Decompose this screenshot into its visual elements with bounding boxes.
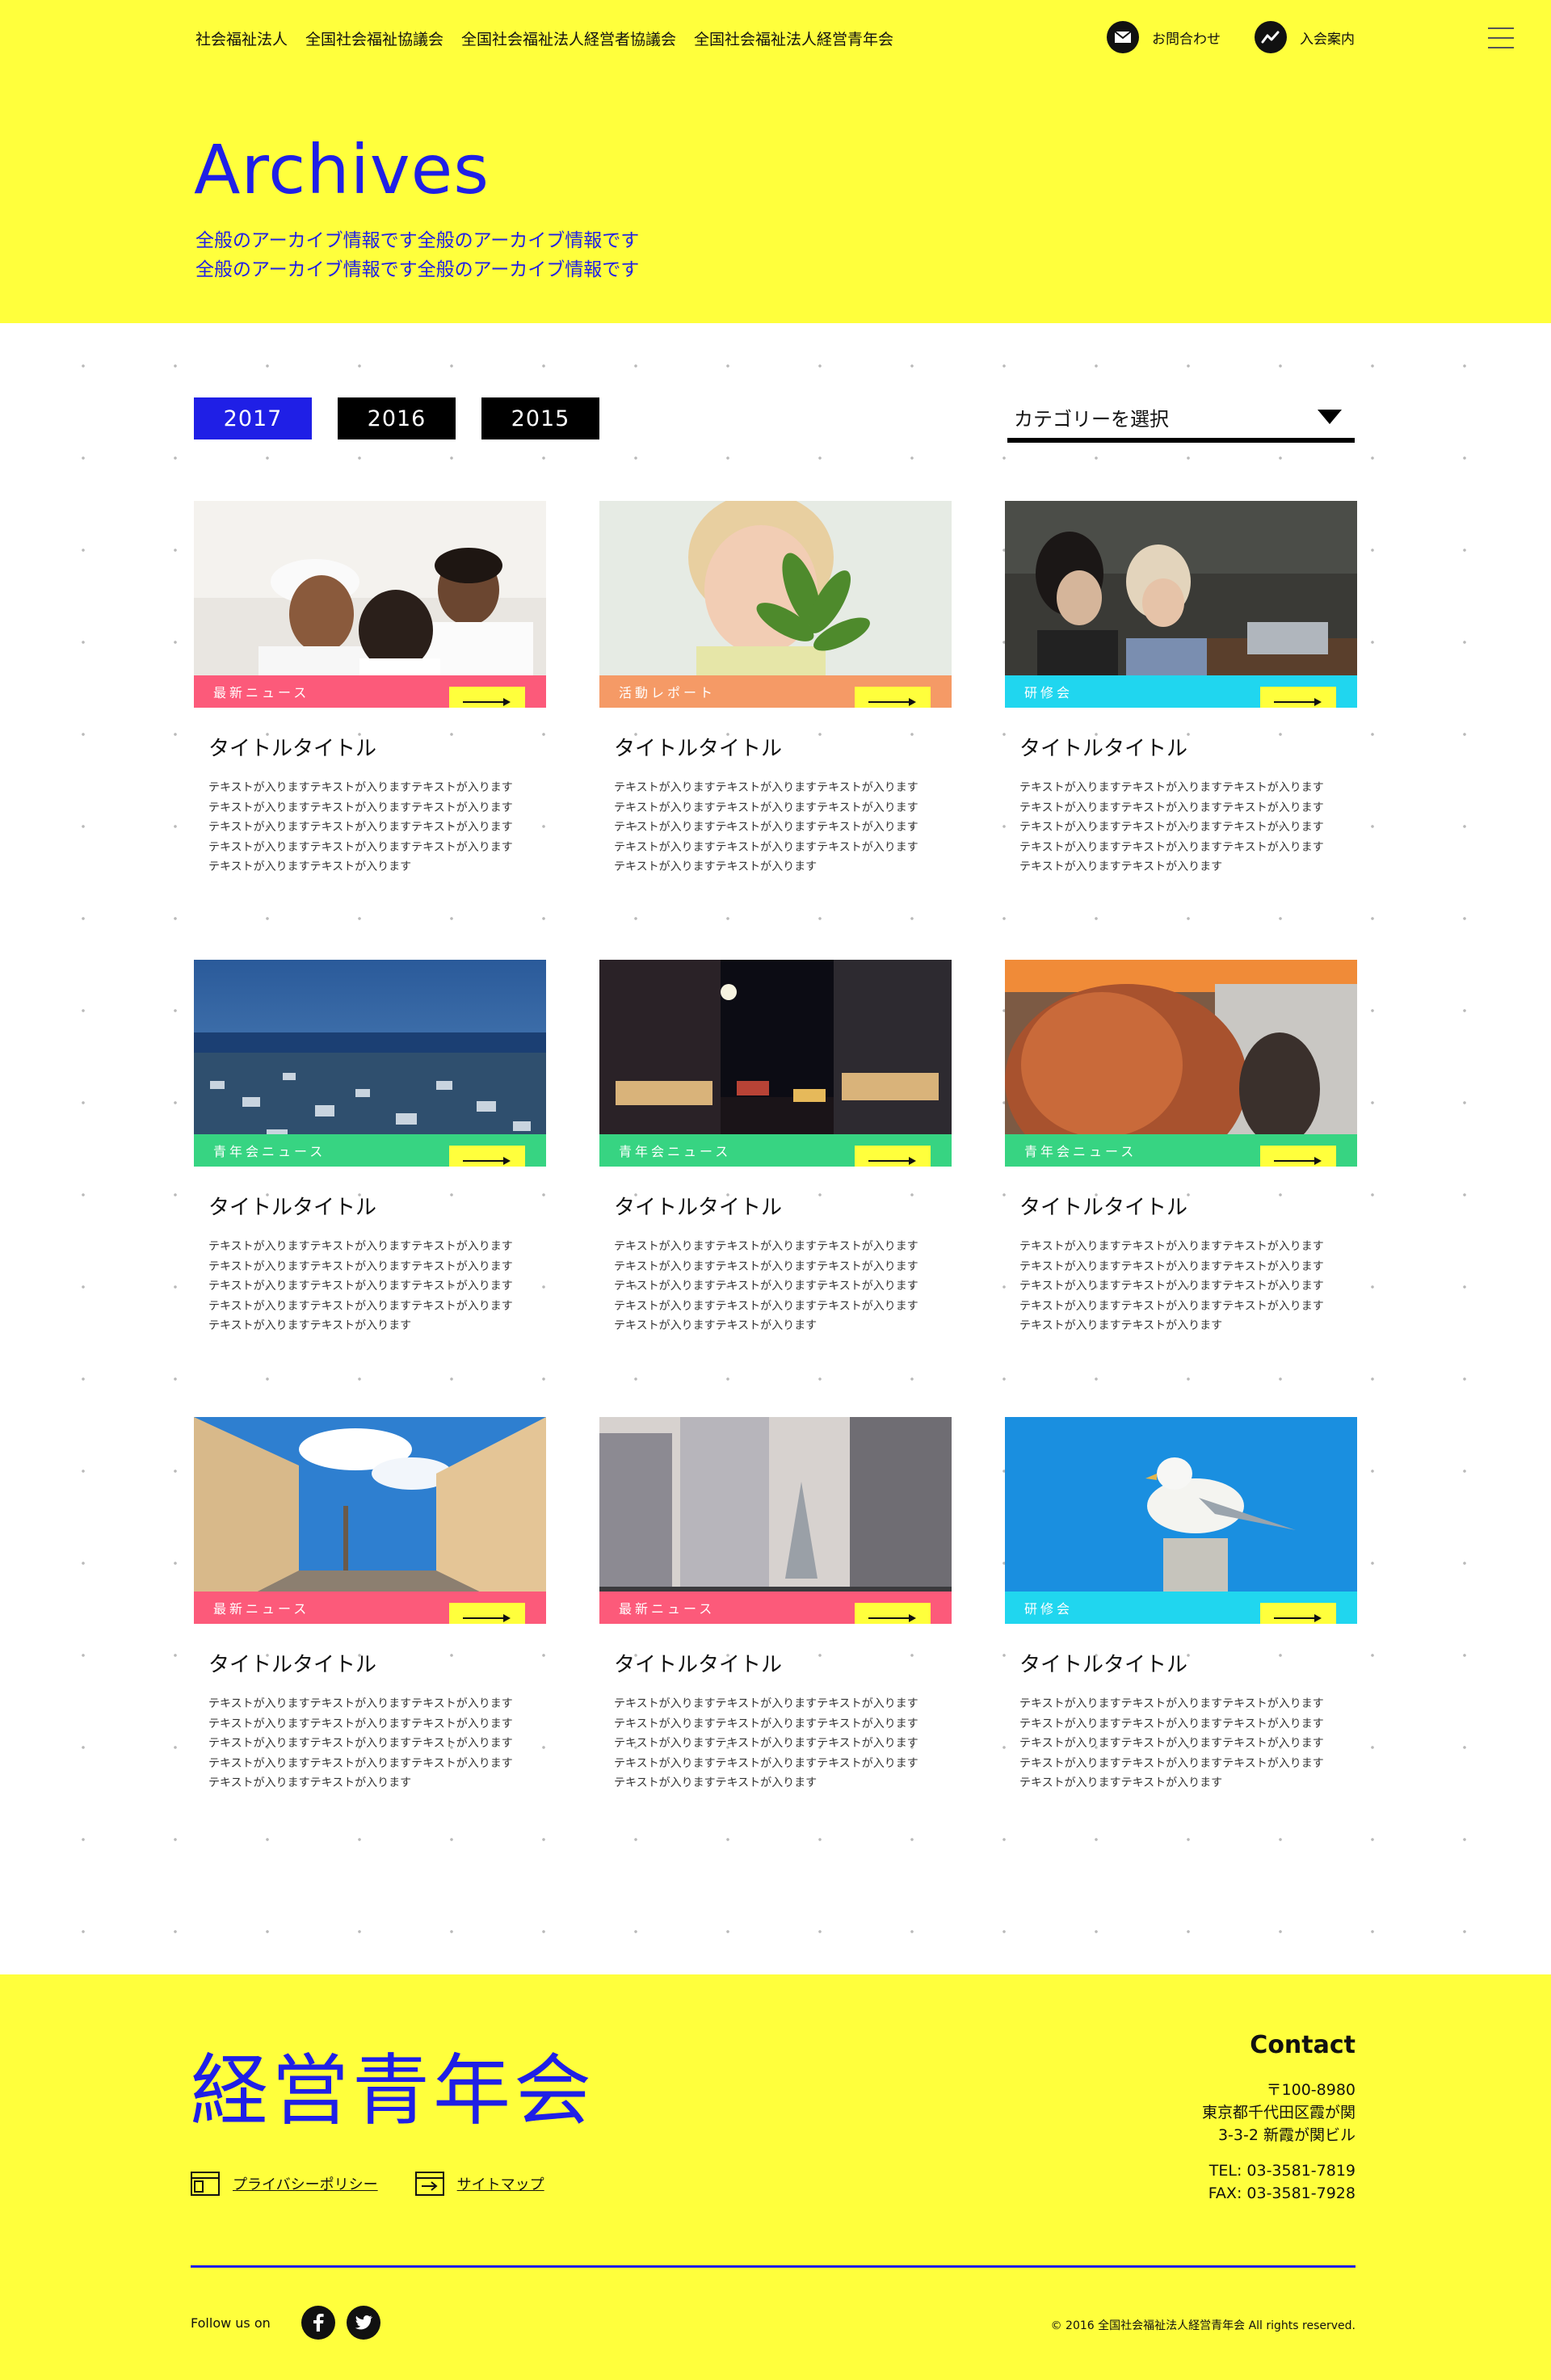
footer-links: プライバシーポリシー サイトマップ bbox=[191, 2172, 544, 2196]
privacy-policy-link[interactable]: プライバシーポリシー bbox=[191, 2172, 378, 2196]
year-tab-2015[interactable]: 2015 bbox=[481, 397, 599, 439]
card-image: 研修会 bbox=[1005, 1417, 1357, 1624]
year-tab-2017[interactable]: 2017 bbox=[194, 397, 312, 439]
archive-card[interactable]: 最新ニュース タイトルタイトル テキストが入りますテキストが入りますテキストが入… bbox=[599, 1417, 952, 1793]
sitemap-label: サイトマップ bbox=[456, 2176, 544, 2193]
category-select[interactable]: カテゴリーを選択 bbox=[1007, 396, 1355, 443]
card-text: テキストが入りますテキストが入りますテキストが入りますテキストが入りますテキスト… bbox=[614, 781, 918, 873]
year-tab-2016[interactable]: 2016 bbox=[338, 397, 456, 439]
card-text: テキストが入りますテキストが入りますテキストが入りますテキストが入りますテキスト… bbox=[1019, 1240, 1324, 1332]
contact-fax: FAX: 03-3581-7928 bbox=[1208, 2184, 1356, 2202]
footer-divider bbox=[191, 2265, 1356, 2268]
copyright: © 2016 全国社会福祉法人経営青年会 All rights reserved… bbox=[1050, 2319, 1356, 2332]
menu-icon[interactable] bbox=[1488, 27, 1514, 48]
window-icon bbox=[191, 2172, 220, 2196]
archive-card[interactable]: 青年会ニュース タイトルタイトル テキストが入りますテキストが入りますテキストが… bbox=[194, 960, 546, 1336]
archive-card[interactable]: 最新ニュース タイトルタイトル テキストが入りますテキストが入りますテキストが入… bbox=[194, 501, 546, 877]
join-link[interactable]: 入会案内 bbox=[1255, 21, 1355, 53]
contact-address-1: 東京都千代田区霞が関 bbox=[1201, 2104, 1356, 2121]
chart-icon bbox=[1255, 21, 1287, 53]
archive-card[interactable]: 最新ニュース タイトルタイトル テキストが入りますテキストが入りますテキストが入… bbox=[194, 1417, 546, 1793]
arrow-right-icon[interactable] bbox=[449, 1146, 525, 1167]
top-nav: 社会福祉法人 全国社会福祉協議会 全国社会福祉法人経営者協議会 全国社会福祉法人… bbox=[195, 27, 893, 49]
card-text: テキストが入りますテキストが入りますテキストが入りますテキストが入りますテキスト… bbox=[614, 1240, 918, 1332]
follow-label: Follow us on bbox=[191, 2315, 271, 2331]
contact-tel: TEL: 03-3581-7819 bbox=[1208, 2162, 1356, 2180]
card-title: タイトルタイトル bbox=[614, 737, 783, 761]
arrow-right-icon[interactable] bbox=[1260, 1146, 1336, 1167]
card-text: テキストが入りますテキストが入りますテキストが入りますテキストが入りますテキスト… bbox=[614, 1697, 918, 1789]
card-image: 活動レポート bbox=[599, 501, 952, 708]
join-label: 入会案内 bbox=[1300, 31, 1355, 48]
social-follow: Follow us on bbox=[191, 2306, 380, 2340]
arrow-right-icon[interactable] bbox=[449, 1603, 525, 1624]
card-title: タイトルタイトル bbox=[208, 1196, 377, 1220]
year-tabs: 2017 2016 2015 bbox=[194, 397, 599, 439]
archive-card[interactable]: 研修会 タイトルタイトル テキストが入りますテキストが入りますテキストが入ります… bbox=[1005, 1417, 1357, 1793]
category-select-label: カテゴリーを選択 bbox=[1014, 407, 1169, 431]
arrow-right-icon[interactable] bbox=[855, 1146, 931, 1167]
card-text: テキストが入りますテキストが入りますテキストが入りますテキストが入りますテキスト… bbox=[208, 781, 513, 873]
page-subtitle-line-1: 全般のアーカイブ情報です全般のアーカイブ情報です bbox=[195, 230, 640, 251]
contact-heading: Contact bbox=[1250, 2031, 1356, 2059]
card-text: テキストが入りますテキストが入りますテキストが入りますテキストが入りますテキスト… bbox=[208, 1697, 513, 1789]
utility-links: お問合わせ 入会案内 bbox=[1107, 21, 1355, 53]
archive-card[interactable]: 青年会ニュース タイトルタイトル テキストが入りますテキストが入りますテキストが… bbox=[1005, 960, 1357, 1336]
sitemap-link[interactable]: サイトマップ bbox=[414, 2172, 544, 2196]
card-title: タイトルタイトル bbox=[208, 737, 377, 761]
privacy-policy-label: プライバシーポリシー bbox=[233, 2176, 378, 2193]
contact-postal: 〒100-8980 bbox=[1266, 2081, 1356, 2099]
contact-address-2: 3-3-2 新霞が関ビル bbox=[1217, 2126, 1356, 2144]
archive-card[interactable]: 活動レポート タイトルタイトル テキストが入りますテキストが入りますテキストが入… bbox=[599, 501, 952, 877]
page-subtitle-line-2: 全般のアーカイブ情報です全般のアーカイブ情報です bbox=[195, 259, 640, 280]
arrow-right-icon[interactable] bbox=[1260, 1603, 1336, 1624]
arrow-right-icon[interactable] bbox=[855, 687, 931, 708]
nav-link-keieisha-kyogikai[interactable]: 全国社会福祉法人経営者協議会 bbox=[461, 27, 676, 49]
archive-card[interactable]: 青年会ニュース タイトルタイトル テキストが入りますテキストが入りますテキストが… bbox=[599, 960, 952, 1336]
card-title: タイトルタイトル bbox=[614, 1653, 783, 1677]
twitter-icon[interactable] bbox=[346, 2306, 380, 2340]
archive-card[interactable]: 研修会 タイトルタイトル テキストが入りますテキストが入りますテキストが入ります… bbox=[1005, 501, 1357, 877]
contact-link[interactable]: お問合わせ bbox=[1107, 21, 1221, 53]
card-image: 最新ニュース bbox=[194, 1417, 546, 1624]
facebook-icon[interactable] bbox=[301, 2306, 335, 2340]
mail-icon bbox=[1107, 21, 1139, 53]
card-title: タイトルタイトル bbox=[1019, 737, 1188, 761]
arrow-right-icon[interactable] bbox=[855, 1603, 931, 1624]
footer: 経営青年会 プライバシーポリシー サイトマップ Contact 〒100-898… bbox=[0, 1974, 1551, 2380]
card-image: 青年会ニュース bbox=[599, 960, 952, 1167]
card-text: テキストが入りますテキストが入りますテキストが入りますテキストが入りますテキスト… bbox=[1019, 781, 1324, 873]
card-image: 最新ニュース bbox=[194, 501, 546, 708]
card-image: 青年会ニュース bbox=[1005, 960, 1357, 1167]
nav-link-zenkoku-kyogikai[interactable]: 全国社会福祉協議会 bbox=[305, 27, 443, 49]
arrow-right-icon[interactable] bbox=[449, 687, 525, 708]
card-image: 研修会 bbox=[1005, 501, 1357, 708]
caret-down-icon bbox=[1318, 410, 1342, 424]
nav-link-shakai-fukushi-hojin[interactable]: 社会福祉法人 bbox=[195, 27, 288, 49]
card-title: タイトルタイトル bbox=[614, 1196, 783, 1220]
card-text: テキストが入りますテキストが入りますテキストが入りますテキストが入りますテキスト… bbox=[1019, 1697, 1324, 1789]
arrow-right-icon[interactable] bbox=[1260, 687, 1336, 708]
card-text: テキストが入りますテキストが入りますテキストが入りますテキストが入りますテキスト… bbox=[208, 1240, 513, 1332]
card-title: タイトルタイトル bbox=[1019, 1196, 1188, 1220]
contact-label: お問合わせ bbox=[1152, 31, 1221, 48]
hero: 社会福祉法人 全国社会福祉協議会 全国社会福祉法人経営者協議会 全国社会福祉法人… bbox=[0, 0, 1551, 323]
contact-block: Contact 〒100-8980 東京都千代田区霞が関 3-3-2 新霞が関ビ… bbox=[1202, 2031, 1356, 2205]
sitemap-icon bbox=[414, 2172, 444, 2196]
nav-link-keiei-seinenkai[interactable]: 全国社会福祉法人経営青年会 bbox=[694, 27, 893, 49]
card-image: 青年会ニュース bbox=[194, 960, 546, 1167]
page-title: Archives bbox=[194, 130, 490, 209]
card-title: タイトルタイトル bbox=[1019, 1653, 1188, 1677]
card-image: 最新ニュース bbox=[599, 1417, 952, 1624]
page-subtitle: 全般のアーカイブ情報です全般のアーカイブ情報です 全般のアーカイブ情報です全般の… bbox=[195, 226, 639, 284]
card-title: タイトルタイトル bbox=[208, 1653, 377, 1677]
footer-logo[interactable]: 経営青年会 bbox=[191, 2052, 595, 2130]
